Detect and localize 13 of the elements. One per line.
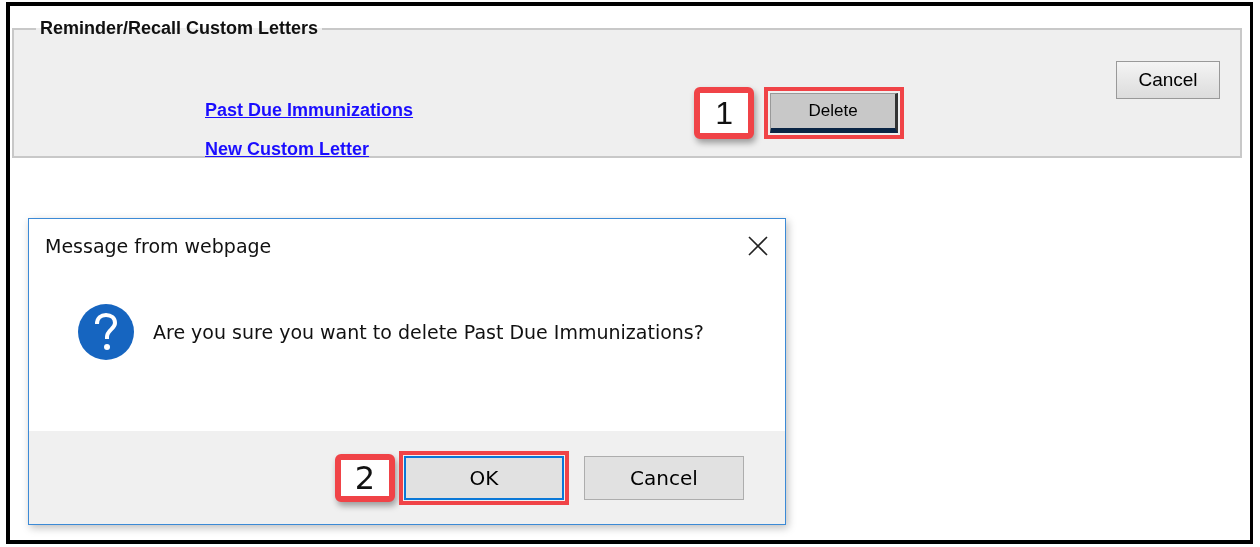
letter-link[interactable]: New Custom Letter [205, 139, 414, 160]
letter-link[interactable]: Past Due Immunizations [205, 100, 414, 121]
ok-button[interactable]: OK [404, 455, 564, 500]
cancel-button[interactable]: Cancel [584, 455, 744, 500]
step-badge: 2 [335, 453, 395, 502]
step-badge: 1 [694, 87, 755, 139]
close-icon[interactable] [747, 235, 769, 257]
question-icon [77, 303, 135, 361]
delete-button[interactable]: Delete [770, 93, 899, 133]
panel-title: Reminder/Recall Custom Letters [39, 18, 320, 39]
dialog-title: Message from webpage [45, 235, 272, 257]
cancel-button[interactable]: Cancel [1116, 61, 1220, 99]
confirm-message: Are you sure you want to delete Past Due Immunizations? [153, 321, 704, 343]
